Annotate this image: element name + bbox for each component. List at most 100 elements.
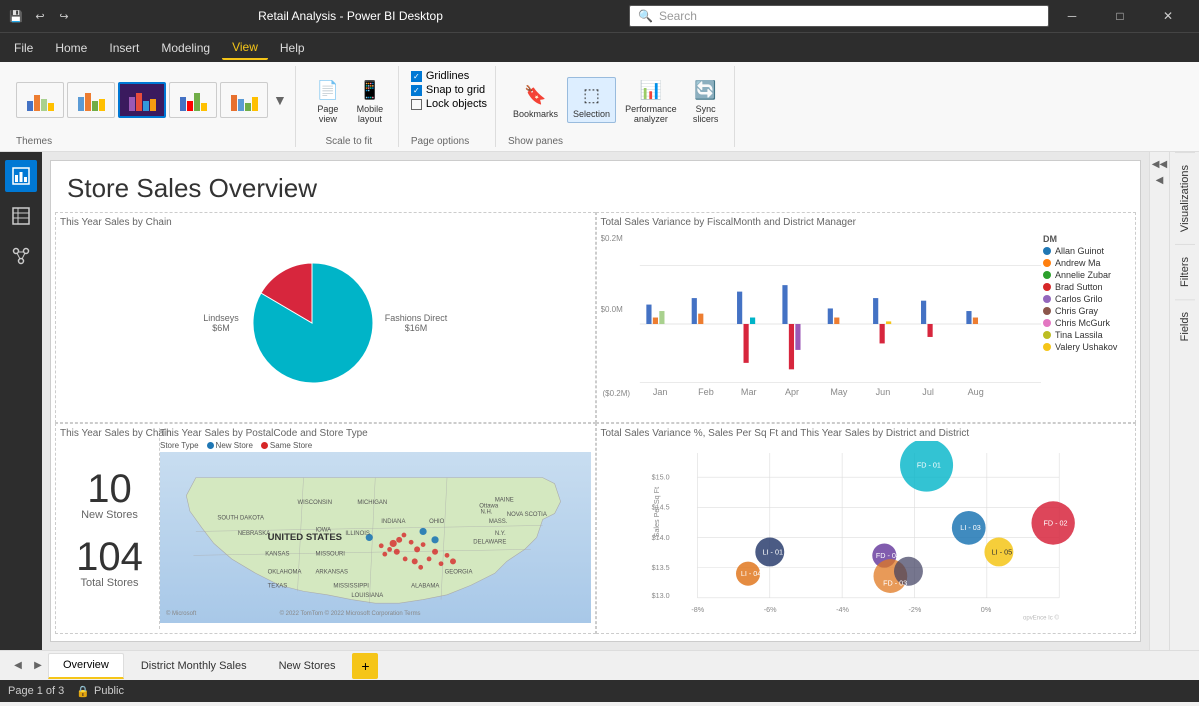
bar-chart-title: Total Sales Variance by FiscalMonth and … [601, 217, 1132, 228]
sidebar-table-icon[interactable] [5, 200, 37, 232]
total-stores-label: Total Stores [76, 577, 143, 589]
title-bar: 💾 ↩ ↪ Retail Analysis - Power BI Desktop… [0, 0, 1199, 32]
svg-text:N.H.: N.H. [480, 510, 492, 516]
theme-swatch-2[interactable] [67, 82, 115, 118]
undo-icon[interactable]: ↩ [32, 8, 48, 24]
theme-swatch-1[interactable] [16, 82, 64, 118]
new-stores-widget: 10 New Stores [81, 469, 138, 521]
svg-text:Aug: Aug [967, 387, 983, 397]
svg-text:TEXAS: TEXAS [268, 584, 288, 590]
svg-text:FD - 02: FD - 02 [1043, 518, 1067, 527]
svg-text:© 2022 TomTom © 2022 Microsoft: © 2022 TomTom © 2022 Microsoft Corporati… [280, 610, 421, 617]
svg-text:© Microsoft: © Microsoft [166, 610, 197, 617]
menu-modeling[interactable]: Modeling [151, 37, 220, 59]
collapse-up[interactable]: ◀◀ [1152, 156, 1168, 172]
svg-text:OHIO: OHIO [429, 519, 445, 525]
new-stores-value: 10 [81, 469, 138, 509]
y-label-bot: ($0.2M) [603, 389, 631, 398]
mobile-layout-button[interactable]: 📱 Mobile layout [350, 73, 390, 127]
legend-name-4: Carlos Grilo [1055, 294, 1103, 304]
y-label-mid: $0.0M [601, 305, 623, 314]
scale-fit-group: 📄 Page view 📱 Mobile layout Scale to fit [300, 66, 399, 147]
themes-group: ▼ Themes [8, 66, 296, 147]
panel-tabs: Visualizations Filters Fields [1169, 152, 1199, 650]
menu-help[interactable]: Help [270, 37, 315, 59]
themes-dropdown[interactable]: ▼ [271, 92, 287, 108]
sidebar-report-icon[interactable] [5, 160, 37, 192]
left-sidebar [0, 152, 42, 650]
lock-check [411, 99, 422, 110]
svg-text:opvEnce Ic ©: opvEnce Ic © [1023, 614, 1059, 621]
page-options-items: ✓ Gridlines ✓ Snap to grid Lock objects [411, 66, 487, 110]
tab-filters[interactable]: Filters [1175, 244, 1195, 299]
legend-item-3: Brad Sutton [1043, 282, 1129, 292]
y-label-top: $0.2M [601, 234, 623, 243]
bubble-chart-section: Total Sales Variance %, Sales Per Sq Ft … [596, 423, 1137, 634]
svg-text:Jul: Jul [922, 387, 934, 397]
legend-item-4: Carlos Grilo [1043, 294, 1129, 304]
menu-insert[interactable]: Insert [99, 37, 149, 59]
legend-name-1: Andrew Ma [1055, 258, 1101, 268]
map-legend: Store Type New Store Same Store [160, 441, 591, 450]
selection-button[interactable]: ⬚ Selection [567, 77, 616, 123]
new-stores-label: New Stores [81, 509, 138, 521]
main-area: Store Sales Overview This Year Sales by … [0, 152, 1199, 650]
lock-objects-checkbox[interactable]: Lock objects [411, 98, 487, 110]
tab-new-stores[interactable]: New Stores [264, 653, 351, 679]
theme-swatch-4[interactable] [169, 82, 217, 118]
save-icon[interactable]: 💾 [8, 8, 24, 24]
minimize-button[interactable]: ─ [1049, 0, 1095, 32]
svg-text:MICHIGAN: MICHIGAN [357, 500, 387, 506]
canvas[interactable]: Store Sales Overview This Year Sales by … [50, 160, 1141, 642]
theme-swatch-5[interactable] [220, 82, 268, 118]
svg-text:INDIANA: INDIANA [381, 519, 405, 525]
menu-home[interactable]: Home [45, 37, 97, 59]
tab-district-monthly[interactable]: District Monthly Sales [126, 653, 262, 679]
map-chart-title: This Year Sales by PostalCode and Store … [160, 428, 591, 439]
tab-overview[interactable]: Overview [48, 653, 124, 679]
svg-text:LI - 01: LI - 01 [762, 547, 782, 556]
map-chart-section: This Year Sales by Chain 10 New Stores 1… [55, 423, 596, 634]
pie-label-lindseys: Lindseys$6M [203, 313, 239, 333]
close-button[interactable]: ✕ [1145, 0, 1191, 32]
performance-analyzer-button[interactable]: 📊 Performance analyzer [620, 73, 682, 127]
legend-item-5: Chris Gray [1043, 306, 1129, 316]
tab-fields[interactable]: Fields [1175, 299, 1195, 353]
svg-text:LOUISIANA: LOUISIANA [351, 593, 383, 599]
bar-chart-section: Total Sales Variance by FiscalMonth and … [596, 212, 1137, 423]
legend-item-2: Annelie Zubar [1043, 270, 1129, 280]
svg-text:$15.0: $15.0 [651, 473, 669, 482]
svg-text:$13.5: $13.5 [651, 563, 669, 572]
numbers-panel: This Year Sales by Chain 10 New Stores 1… [60, 428, 160, 629]
maximize-button[interactable]: □ [1097, 0, 1143, 32]
svg-text:ALABAMA: ALABAMA [411, 584, 439, 590]
legend-name-8: Valery Ushakov [1055, 342, 1117, 352]
legend-dot-5 [1043, 307, 1051, 315]
sync-slicers-button[interactable]: 🔄 Sync slicers [686, 73, 726, 127]
bookmarks-button[interactable]: 🔖 Bookmarks [508, 78, 563, 122]
svg-text:Ottawa: Ottawa [479, 504, 499, 510]
bottom-tabs: ◀ ▶ Overview District Monthly Sales New … [0, 650, 1199, 680]
tab-scroll-right[interactable]: ▶ [28, 653, 48, 679]
app-title: Retail Analysis - Power BI Desktop [72, 9, 629, 23]
menu-view[interactable]: View [222, 36, 268, 60]
page-view-icon: 📄 [314, 76, 342, 104]
svg-text:May: May [830, 387, 848, 397]
search-bar[interactable]: 🔍 Search [629, 5, 1049, 27]
svg-text:-4%: -4% [836, 605, 849, 614]
redo-icon[interactable]: ↪ [56, 8, 72, 24]
menu-file[interactable]: File [4, 37, 43, 59]
svg-text:N.Y.: N.Y. [495, 531, 506, 537]
collapse-left[interactable]: ◀ [1152, 172, 1168, 188]
svg-text:KANSAS: KANSAS [265, 551, 289, 557]
bar-chart-svg: Jan Feb Mar Apr May Jun Jul Aug [601, 230, 1042, 418]
theme-swatch-3[interactable] [118, 82, 166, 118]
add-tab-button[interactable]: + [352, 653, 378, 679]
gridlines-checkbox[interactable]: ✓ Gridlines [411, 70, 487, 82]
page-view-button[interactable]: 📄 Page view [308, 73, 348, 127]
sidebar-model-icon[interactable] [5, 240, 37, 272]
dm-legend-title: DM [1043, 234, 1129, 244]
tab-scroll-left[interactable]: ◀ [8, 653, 28, 679]
tab-visualizations[interactable]: Visualizations [1175, 152, 1195, 244]
snap-to-grid-checkbox[interactable]: ✓ Snap to grid [411, 84, 487, 96]
